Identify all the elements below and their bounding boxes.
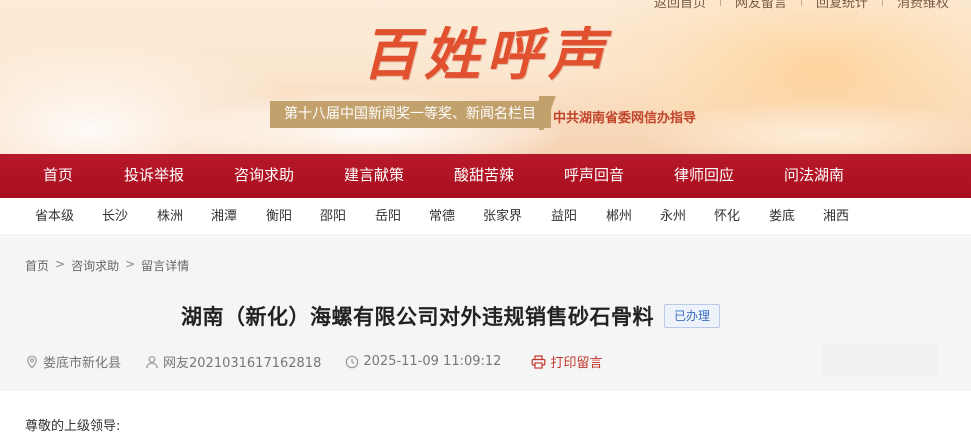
time-text: 2025-11-09 11:09:12 bbox=[363, 354, 502, 369]
region-link[interactable]: 益阳 bbox=[551, 198, 577, 236]
nav-complaints[interactable]: 投诉举报 bbox=[124, 154, 184, 198]
region-nav: 省本级 长沙 株洲 湘潭 衡阳 邵阳 岳阳 常德 张家界 益阳 郴州 永州 怀化… bbox=[0, 198, 971, 236]
nav-stories[interactable]: 酸甜苦辣 bbox=[454, 154, 514, 198]
region-link[interactable]: 衡阳 bbox=[266, 198, 292, 236]
top-link[interactable]: 消费维权 bbox=[883, 0, 963, 11]
top-link[interactable]: 返回首页 bbox=[640, 0, 720, 11]
post-time: 2025-11-09 11:09:12 bbox=[345, 354, 501, 369]
region-link[interactable]: 株洲 bbox=[157, 198, 183, 236]
print-button[interactable]: 打印留言 bbox=[531, 352, 602, 371]
post-body-greeting: 尊敬的上级领导: bbox=[25, 419, 121, 434]
site-logo[interactable]: 百姓呼声 bbox=[362, 10, 610, 91]
main-nav: 首页 投诉举报 咨询求助 建言献策 酸甜苦辣 呼声回音 律师回应 问法湖南 bbox=[0, 154, 971, 198]
printer-icon bbox=[532, 354, 546, 369]
region-link[interactable]: 怀化 bbox=[714, 198, 740, 236]
clock-icon bbox=[346, 355, 359, 368]
nav-lawyer[interactable]: 律师回应 bbox=[674, 154, 734, 198]
share-area bbox=[822, 345, 938, 375]
region-link[interactable]: 永州 bbox=[660, 198, 686, 236]
breadcrumb-separator: > bbox=[55, 257, 66, 271]
status-badge: 已办理 bbox=[663, 304, 720, 328]
region-link[interactable]: 湘潭 bbox=[211, 198, 237, 236]
post-title-row: 湖南（新化）海螺有限公司对外违规销售砂石骨料 已办理 bbox=[0, 301, 971, 331]
sponsor-text: 中共湖南省委网信办指导 bbox=[553, 111, 697, 126]
region-link[interactable]: 张家界 bbox=[483, 198, 522, 236]
region-link[interactable]: 常德 bbox=[429, 198, 455, 236]
region-link[interactable]: 郴州 bbox=[606, 198, 632, 236]
region-link[interactable]: 邵阳 bbox=[320, 198, 346, 236]
breadcrumb: 首页 > 咨询求助 > 留言详情 bbox=[25, 257, 189, 274]
nav-consult[interactable]: 咨询求助 bbox=[234, 154, 294, 198]
post-author: 网友2021031617162818 bbox=[145, 352, 321, 371]
region-link[interactable]: 湘西 bbox=[823, 198, 849, 236]
breadcrumb-separator: > bbox=[125, 257, 136, 271]
post-location: 娄底市新化县 bbox=[25, 352, 121, 371]
breadcrumb-section[interactable]: 咨询求助 bbox=[71, 257, 119, 274]
nav-suggest[interactable]: 建言献策 bbox=[344, 154, 404, 198]
header-banner: 返回首页 网友留言 回复统计 消费维权 百姓呼声 第十八届中国新闻奖一等奖、新闻… bbox=[0, 0, 971, 154]
region-link[interactable]: 娄底 bbox=[769, 198, 795, 236]
breadcrumb-home[interactable]: 首页 bbox=[25, 257, 49, 274]
location-pin-icon bbox=[27, 355, 37, 369]
region-link[interactable]: 长沙 bbox=[102, 198, 128, 236]
nav-law-hunan[interactable]: 问法湖南 bbox=[784, 154, 844, 198]
top-links: 返回首页 网友留言 回复统计 消费维权 bbox=[640, 0, 963, 11]
region-link[interactable]: 岳阳 bbox=[375, 198, 401, 236]
print-label[interactable]: 打印留言 bbox=[550, 352, 602, 371]
location-text: 娄底市新化县 bbox=[43, 356, 122, 371]
post-title: 湖南（新化）海螺有限公司对外违规销售砂石骨料 bbox=[180, 305, 654, 329]
top-link[interactable]: 网友留言 bbox=[721, 0, 801, 11]
nav-home[interactable]: 首页 bbox=[43, 154, 73, 198]
user-icon bbox=[146, 355, 158, 368]
breadcrumb-current: 留言详情 bbox=[141, 259, 190, 273]
award-tagline: 第十八届中国新闻奖一等奖、新闻名栏目 bbox=[270, 101, 551, 128]
top-link[interactable]: 回复统计 bbox=[802, 0, 882, 11]
post-header: 首页 > 咨询求助 > 留言详情 湖南（新化）海螺有限公司对外违规销售砂石骨料 … bbox=[0, 237, 971, 391]
nav-replies[interactable]: 呼声回音 bbox=[564, 154, 624, 198]
author-text: 网友2021031617162818 bbox=[163, 356, 322, 371]
post-meta: 娄底市新化县 网友2021031617162818 2025-11-09 11:… bbox=[25, 352, 626, 371]
region-link[interactable]: 省本级 bbox=[35, 198, 74, 236]
